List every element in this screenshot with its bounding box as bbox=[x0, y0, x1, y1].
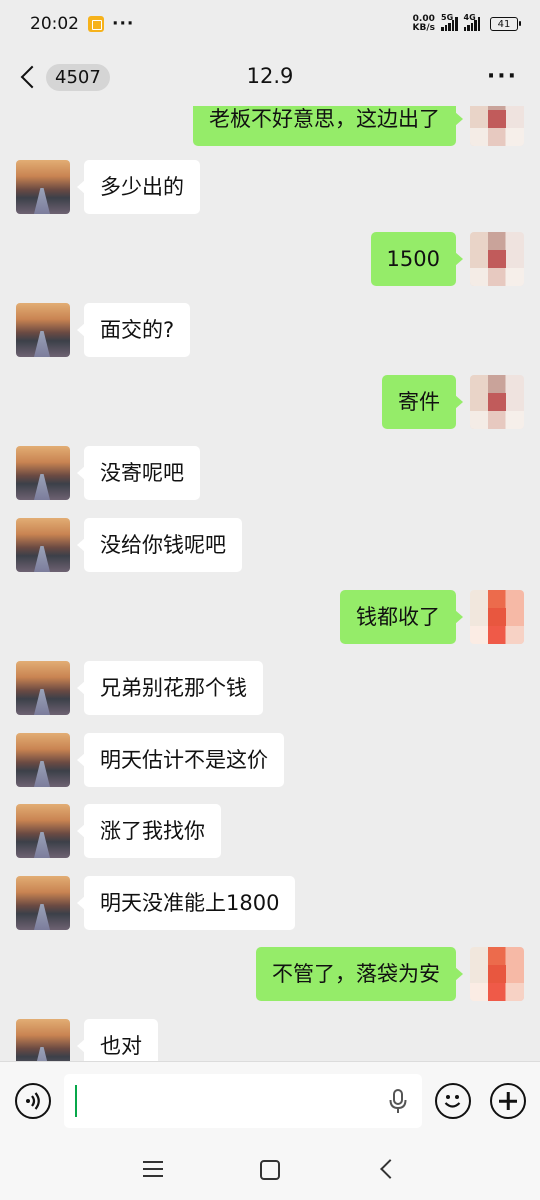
network-speed-unit: KB/s bbox=[412, 23, 435, 33]
more-options-button[interactable]: ··· bbox=[487, 64, 518, 89]
voice-waves-icon bbox=[26, 1092, 40, 1110]
signal-4g-label: 4G bbox=[463, 13, 476, 22]
system-nav-bar bbox=[0, 1139, 540, 1200]
my-avatar[interactable] bbox=[470, 232, 524, 286]
voice-icon[interactable] bbox=[15, 1083, 51, 1119]
chat-header: 4507 12.9 ··· bbox=[0, 48, 540, 106]
contact-avatar[interactable] bbox=[16, 303, 70, 357]
message-sent: 老板不好意思，这边出了 bbox=[193, 106, 524, 146]
message-received: 明天没准能上1800 bbox=[16, 876, 296, 930]
message-sent: 寄件 bbox=[382, 375, 524, 429]
my-avatar[interactable] bbox=[470, 947, 524, 1001]
smiley-face-icon bbox=[444, 1095, 461, 1108]
message-bubble[interactable]: 明天没准能上1800 bbox=[76, 876, 296, 930]
message-sent: 1500 bbox=[370, 232, 524, 286]
message-bubble[interactable]: 老板不好意思，这边出了 bbox=[193, 106, 463, 146]
message-received: 明天估计不是这价 bbox=[16, 733, 284, 787]
message-received: 也对 bbox=[16, 1019, 158, 1061]
contact-avatar[interactable] bbox=[16, 1019, 70, 1061]
message-sent: 不管了，落袋为安 bbox=[256, 947, 524, 1001]
signal-4g-icon: 4G bbox=[463, 13, 480, 31]
status-indicators: 0.00 KB/s 5G 4G 41 bbox=[413, 13, 521, 33]
message-bubble[interactable]: 涨了我找你 bbox=[77, 804, 221, 858]
my-avatar[interactable] bbox=[470, 590, 524, 644]
contact-avatar[interactable] bbox=[16, 733, 70, 787]
status-bar: 20:02 ··· 0.00 KB/s 5G 4G 41 bbox=[0, 0, 540, 48]
network-speed: 0.00 KB/s bbox=[413, 15, 435, 33]
system-back-button[interactable] bbox=[380, 1159, 400, 1179]
message-bubble[interactable]: 没寄呢吧 bbox=[77, 446, 200, 500]
signal-5g-icon: 5G bbox=[441, 13, 458, 31]
message-bubble[interactable]: 多少出的 bbox=[77, 160, 200, 214]
contact-avatar[interactable] bbox=[16, 446, 70, 500]
message-received: 涨了我找你 bbox=[16, 804, 221, 858]
message-bubble[interactable]: 寄件 bbox=[382, 375, 463, 429]
notification-app-icon bbox=[88, 16, 104, 32]
battery-level: 41 bbox=[497, 18, 511, 30]
home-button[interactable] bbox=[260, 1160, 280, 1180]
message-received: 多少出的 bbox=[16, 160, 200, 214]
message-bubble[interactable]: 明天估计不是这价 bbox=[77, 733, 284, 787]
text-caret bbox=[75, 1085, 77, 1117]
message-bubble[interactable]: 1500 bbox=[370, 232, 464, 286]
contact-avatar[interactable] bbox=[16, 518, 70, 572]
mic-icon[interactable] bbox=[388, 1088, 408, 1114]
message-bubble[interactable]: 钱都收了 bbox=[340, 590, 463, 644]
my-avatar[interactable] bbox=[470, 106, 524, 146]
message-received: 面交的? bbox=[16, 303, 191, 357]
message-bubble[interactable]: 兄弟别花那个钱 bbox=[77, 661, 263, 715]
message-received: 没给你钱呢吧 bbox=[16, 518, 242, 572]
message-sent: 钱都收了 bbox=[340, 590, 524, 644]
battery-icon: 41 bbox=[490, 17, 521, 31]
chat-input-bar bbox=[0, 1061, 540, 1139]
message-list[interactable]: 老板不好意思，这边出了 多少出的 1500 面交的? 寄件 没寄呢吧 没给你钱呢… bbox=[0, 106, 540, 1061]
status-time: 20:02 bbox=[30, 14, 79, 34]
signal-5g-label: 5G bbox=[441, 13, 454, 22]
message-received: 没寄呢吧 bbox=[16, 446, 200, 500]
message-received: 兄弟别花那个钱 bbox=[16, 661, 263, 715]
more-notifications-icon: ··· bbox=[112, 14, 135, 34]
plus-icon[interactable] bbox=[490, 1083, 526, 1119]
message-bubble[interactable]: 不管了，落袋为安 bbox=[256, 947, 463, 1001]
contact-avatar[interactable] bbox=[16, 661, 70, 715]
contact-avatar[interactable] bbox=[16, 804, 70, 858]
message-bubble[interactable]: 没给你钱呢吧 bbox=[77, 518, 242, 572]
contact-avatar[interactable] bbox=[16, 876, 70, 930]
emoji-icon[interactable] bbox=[435, 1083, 471, 1119]
message-input[interactable] bbox=[64, 1074, 422, 1128]
recent-apps-button[interactable] bbox=[143, 1161, 163, 1177]
contact-avatar[interactable] bbox=[16, 160, 70, 214]
my-avatar[interactable] bbox=[470, 375, 524, 429]
chat-title: 12.9 bbox=[246, 64, 294, 88]
message-bubble[interactable]: 面交的? bbox=[76, 303, 191, 357]
message-bubble[interactable]: 也对 bbox=[77, 1019, 158, 1061]
